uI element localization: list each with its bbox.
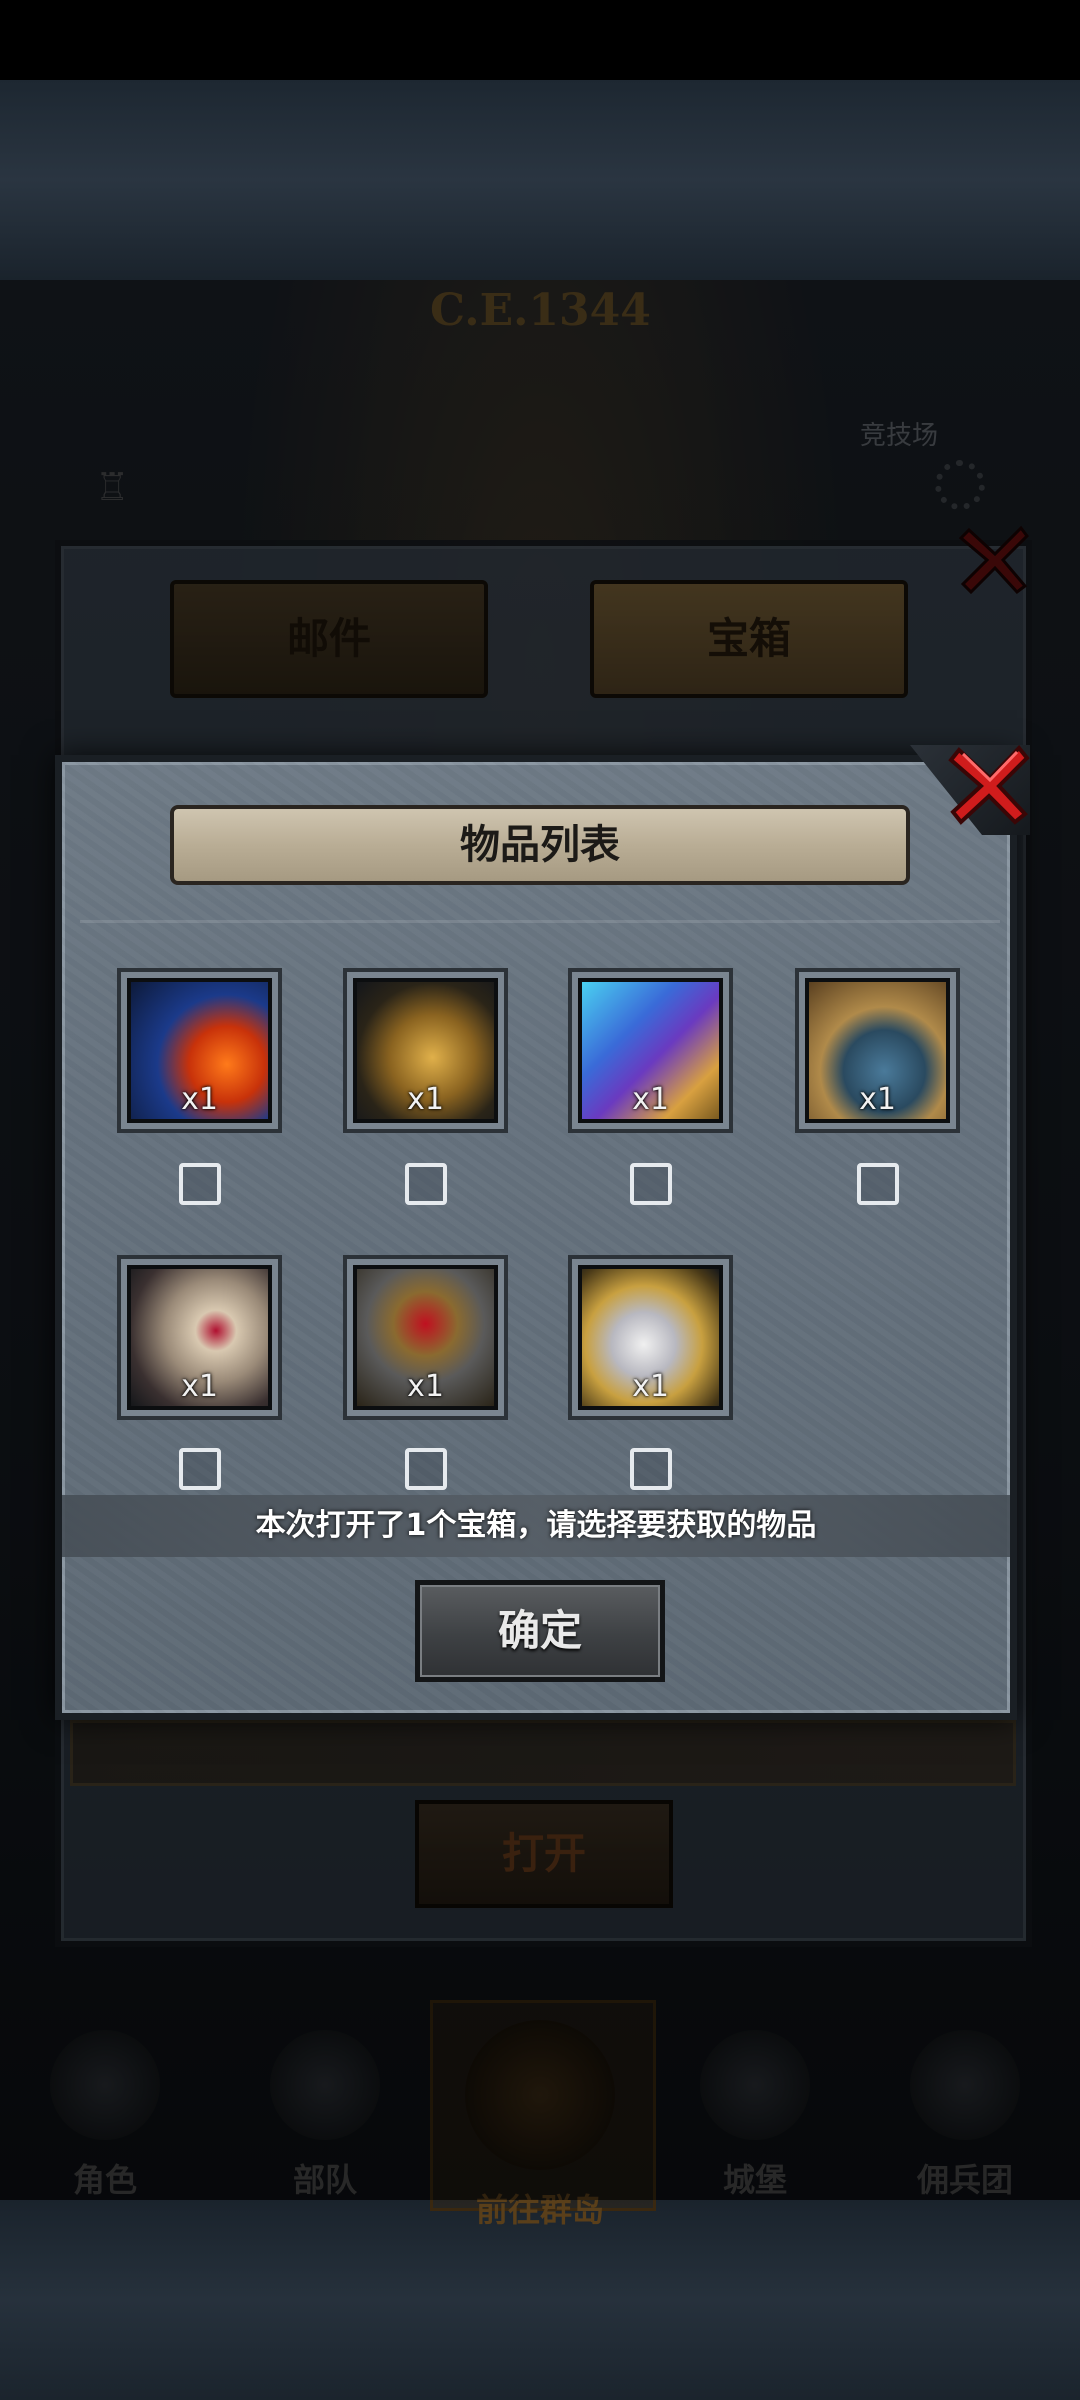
item-quantity: x1 (632, 1082, 669, 1117)
top-stone-frame (0, 80, 1080, 280)
divider (80, 920, 1000, 923)
item-quantity: x1 (407, 1082, 444, 1117)
golden-shield-icon: x1 (353, 978, 498, 1123)
item-slot-6[interactable]: x1 (343, 1255, 508, 1420)
item-quantity: x1 (181, 1082, 218, 1117)
item-checkbox-2[interactable] (405, 1163, 447, 1205)
hint-text: 本次打开了1个宝箱，请选择要获取的物品 (255, 1508, 817, 1543)
item-quantity: x1 (632, 1369, 669, 1404)
confirm-button[interactable]: 确定 (415, 1580, 665, 1682)
arcane-orb-shield-icon: x1 (127, 1265, 272, 1410)
item-quantity: x1 (407, 1369, 444, 1404)
item-slot-4[interactable]: x1 (795, 968, 960, 1133)
winged-pauldron-icon: x1 (805, 978, 950, 1123)
silver-gold-relic-icon: x1 (578, 1265, 723, 1410)
item-checkbox-3[interactable] (630, 1163, 672, 1205)
item-slot-3[interactable]: x1 (568, 968, 733, 1133)
item-quantity: x1 (859, 1082, 896, 1117)
item-slot-7[interactable]: x1 (568, 1255, 733, 1420)
item-checkbox-1[interactable] (179, 1163, 221, 1205)
item-checkbox-6[interactable] (405, 1448, 447, 1490)
dialog-texture (62, 762, 1010, 1713)
close-icon[interactable] (945, 740, 1035, 830)
item-checkbox-5[interactable] (179, 1448, 221, 1490)
item-slot-2[interactable]: x1 (343, 968, 508, 1133)
skull-tome-icon: x1 (353, 1265, 498, 1410)
item-quantity: x1 (181, 1369, 218, 1404)
item-checkbox-4[interactable] (857, 1163, 899, 1205)
dialog-title: 物品列表 (170, 805, 910, 885)
spellbook-icon: x1 (578, 978, 723, 1123)
item-slot-1[interactable]: x1 (117, 968, 282, 1133)
fire-ice-artifact-icon: x1 (127, 978, 272, 1123)
item-slot-5[interactable]: x1 (117, 1255, 282, 1420)
item-checkbox-7[interactable] (630, 1448, 672, 1490)
status-bar-area (0, 0, 1080, 80)
